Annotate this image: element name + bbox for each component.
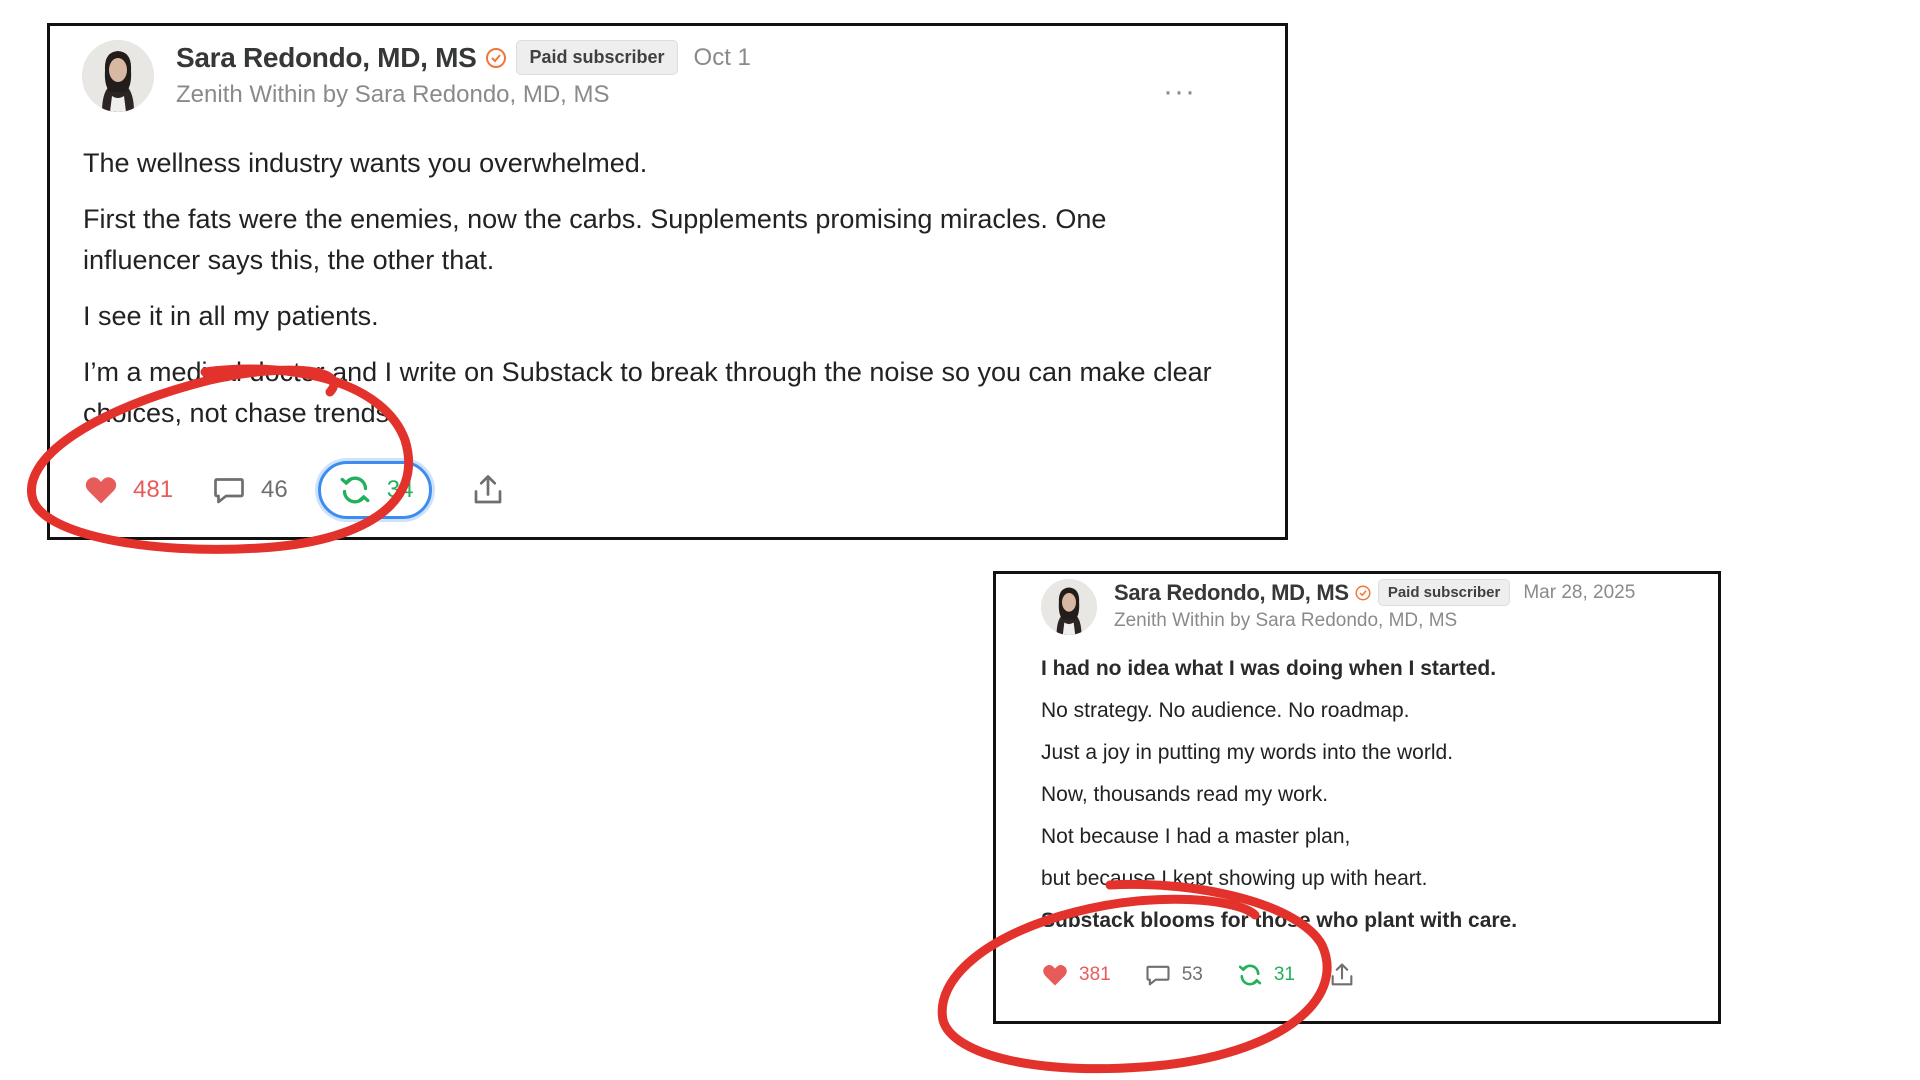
- paid-subscriber-badge: Paid subscriber: [516, 40, 678, 75]
- post-header: Sara Redondo, MD, MS Paid subscriber Mar…: [1041, 579, 1635, 635]
- restack-button[interactable]: 34: [317, 461, 433, 519]
- post-paragraph: but because I kept showing up with heart…: [1041, 867, 1428, 890]
- restack-count: 34: [386, 476, 414, 503]
- post-date[interactable]: Mar 28, 2025: [1523, 582, 1635, 604]
- post-paragraph: No strategy. No audience. No roadmap.: [1041, 699, 1410, 722]
- comment-icon: [214, 478, 244, 504]
- publication-name[interactable]: Zenith Within by Sara Redondo, MD, MS: [176, 81, 751, 109]
- post-paragraph: Just a joy in putting my words into the …: [1041, 741, 1454, 764]
- restack-count: 31: [1273, 964, 1295, 985]
- post-body: The wellness industry wants you overwhel…: [83, 143, 1223, 449]
- comment-count: 53: [1181, 964, 1203, 985]
- paid-subscriber-badge: Paid subscriber: [1377, 579, 1511, 606]
- like-count: 381: [1079, 964, 1111, 985]
- verified-icon: [1355, 585, 1371, 600]
- post-actions: 381 53 31: [1041, 961, 1399, 989]
- restack-icon: [340, 476, 370, 504]
- publication-name[interactable]: Zenith Within by Sara Redondo, MD, MS: [1114, 610, 1635, 632]
- share-icon: [1331, 963, 1353, 986]
- post-body: I had no idea what I was doing when I st…: [1041, 654, 1681, 948]
- share-button[interactable]: [470, 472, 520, 508]
- post-paragraph: I see it in all my patients.: [83, 301, 379, 331]
- post-paragraph: I’m a medical doctor and I write on Subs…: [83, 357, 1212, 428]
- post-card-2: Sara Redondo, MD, MS Paid subscriber Mar…: [993, 571, 1721, 1024]
- post-paragraph: I had no idea what I was doing when I st…: [1041, 657, 1497, 680]
- share-icon: [475, 475, 502, 504]
- comment-count: 46: [261, 476, 288, 503]
- post-header: Sara Redondo, MD, MS Paid subscriber Oct…: [82, 40, 751, 112]
- comment-button[interactable]: 53: [1144, 961, 1203, 989]
- avatar[interactable]: [1041, 579, 1097, 635]
- heart-icon: [1043, 965, 1067, 986]
- author-name[interactable]: Sara Redondo, MD, MS: [1114, 580, 1349, 606]
- comment-button[interactable]: 46: [211, 472, 288, 508]
- post-card-1: Sara Redondo, MD, MS Paid subscriber Oct…: [47, 23, 1288, 540]
- post-paragraph: Substack blooms for those who plant with…: [1041, 909, 1518, 932]
- stage: Sara Redondo, MD, MS Paid subscriber Oct…: [0, 0, 1920, 1080]
- post-paragraph: Now, thousands read my work.: [1041, 783, 1329, 806]
- avatar[interactable]: [82, 40, 154, 112]
- like-button[interactable]: 381: [1041, 961, 1111, 989]
- heart-icon: [85, 477, 117, 504]
- post-date[interactable]: Oct 1: [694, 44, 751, 72]
- author-name[interactable]: Sara Redondo, MD, MS: [176, 42, 477, 74]
- ellipsis-icon[interactable]: ···: [1163, 77, 1196, 107]
- post-actions: 481 46 34: [83, 461, 558, 519]
- restack-icon: [1238, 964, 1262, 986]
- restack-button[interactable]: 31: [1236, 961, 1295, 989]
- like-count: 481: [133, 476, 174, 503]
- post-paragraph: The wellness industry wants you overwhel…: [83, 148, 648, 178]
- verified-icon: [486, 47, 507, 68]
- like-button[interactable]: 481: [83, 472, 173, 508]
- post-paragraph: Not because I had a master plan,: [1041, 825, 1351, 848]
- post-paragraph: First the fats were the enemies, now the…: [83, 204, 1107, 275]
- share-button[interactable]: [1328, 961, 1366, 989]
- comment-icon: [1146, 965, 1170, 986]
